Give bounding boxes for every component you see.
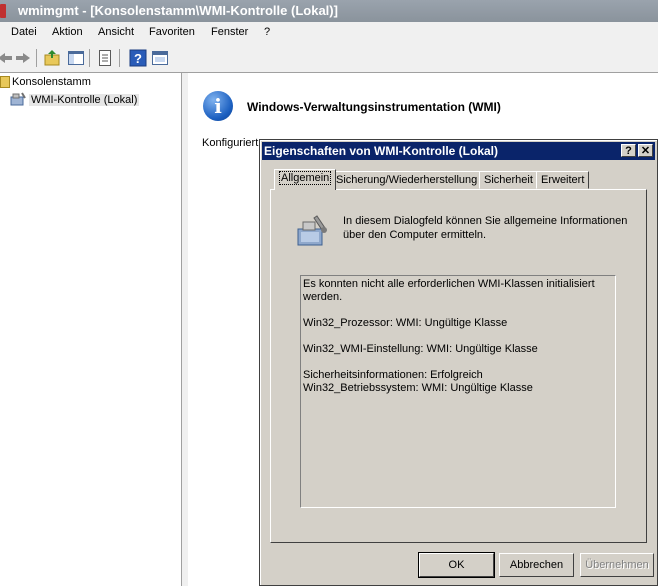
- show-hide-tree-icon[interactable]: [67, 49, 85, 67]
- tab-sicherung[interactable]: Sicherung/Wiederherstellung: [331, 171, 483, 189]
- svg-text:?: ?: [134, 51, 142, 66]
- status-line: werden.: [303, 291, 343, 303]
- status-line: Sicherheitsinformationen: Erfolgreich: [303, 369, 483, 381]
- status-line: Win32_WMI-Einstellung: WMI: Ungültige Kl…: [303, 343, 538, 355]
- wmi-control-icon: [10, 92, 26, 109]
- properties-icon[interactable]: [96, 49, 114, 67]
- properties-dialog: Eigenschaften von WMI-Kontrolle (Lokal) …: [259, 139, 658, 586]
- menu-ansicht[interactable]: Ansicht: [98, 26, 134, 38]
- app-icon: [0, 4, 6, 18]
- ok-button[interactable]: OK: [418, 552, 495, 578]
- wmi-settings-icon: [295, 214, 329, 248]
- dialog-help-button[interactable]: ?: [621, 144, 636, 157]
- menu-bar: Datei Aktion Ansicht Favoriten Fenster ?: [0, 22, 658, 45]
- menu-aktion[interactable]: Aktion: [52, 26, 83, 38]
- menu-fenster[interactable]: Fenster: [211, 26, 248, 38]
- details-heading: Windows-Verwaltungsinstrumentation (WMI): [247, 100, 501, 114]
- console-tree: Konsolenstamm WMI-Kontrolle (Lokal): [0, 73, 182, 586]
- apply-button[interactable]: Übernehmen: [580, 553, 654, 577]
- tab-sicherheit[interactable]: Sicherheit: [479, 171, 538, 189]
- dialog-title: Eigenschaften von WMI-Kontrolle (Lokal): [264, 144, 499, 158]
- tree-item-label: WMI-Kontrolle (Lokal): [29, 94, 140, 107]
- toolbar: ?: [0, 44, 658, 73]
- menu-favoriten[interactable]: Favoriten: [149, 26, 195, 38]
- menu-help[interactable]: ?: [264, 26, 270, 38]
- configured-text: Konfiguriert: [202, 137, 259, 149]
- cancel-button[interactable]: Abbrechen: [499, 553, 574, 577]
- info-icon: i: [203, 91, 233, 121]
- forward-arrow-icon[interactable]: [14, 49, 32, 67]
- window-title: wmimgmt - [Konsolenstamm\WMI-Kontrolle (…: [18, 3, 338, 18]
- tree-item-label: Konsolenstamm: [12, 76, 91, 88]
- menu-datei[interactable]: Datei: [11, 26, 37, 38]
- tab-panel-allgemein: In diesem Dialogfeld können Sie allgemei…: [270, 189, 647, 543]
- status-textbox[interactable]: Es konnten nicht alle erforderlichen WMI…: [300, 275, 616, 508]
- status-line: Win32_Prozessor: WMI: Ungültige Klasse: [303, 317, 508, 329]
- tab-allgemein[interactable]: Allgemein: [274, 169, 337, 190]
- dialog-title-bar[interactable]: Eigenschaften von WMI-Kontrolle (Lokal) …: [262, 142, 655, 160]
- window-title-bar[interactable]: wmimgmt - [Konsolenstamm\WMI-Kontrolle (…: [0, 0, 658, 22]
- console-icon[interactable]: [151, 49, 169, 67]
- toolbar-separator: [119, 49, 120, 67]
- tree-item-wmi[interactable]: WMI-Kontrolle (Lokal): [10, 92, 140, 109]
- dialog-close-button[interactable]: ✕: [638, 144, 653, 157]
- intro-text: In diesem Dialogfeld können Sie allgemei…: [343, 215, 628, 241]
- back-arrow-icon[interactable]: [0, 49, 14, 67]
- tab-erweitert[interactable]: Erweitert: [536, 171, 590, 189]
- up-folder-icon[interactable]: [43, 49, 61, 67]
- status-line: Win32_Betriebssystem: WMI: Ungültige Kla…: [303, 382, 533, 394]
- help-icon[interactable]: ?: [129, 49, 147, 67]
- toolbar-separator: [89, 49, 90, 67]
- folder-icon: [0, 76, 10, 89]
- toolbar-separator: [36, 49, 37, 67]
- status-line: Es konnten nicht alle erforderlichen WMI…: [303, 278, 595, 290]
- tree-item-root[interactable]: Konsolenstamm: [0, 76, 91, 89]
